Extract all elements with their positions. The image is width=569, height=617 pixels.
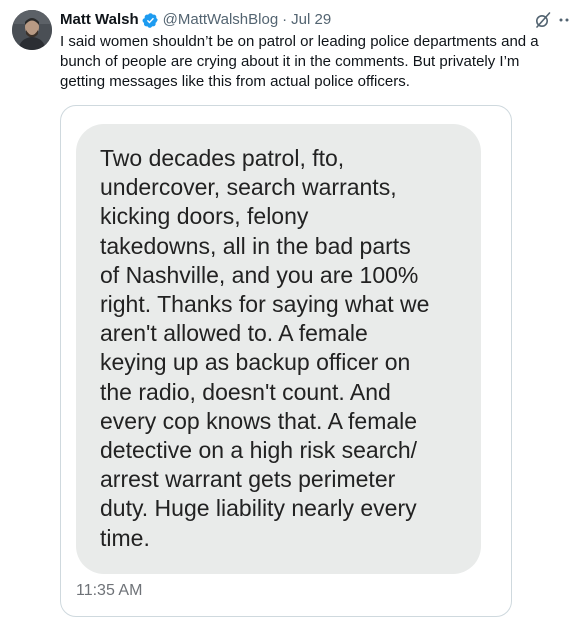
author-handle[interactable]: @MattWalshBlog bbox=[163, 10, 279, 30]
message-line: of Nashville, and you are 100% bbox=[100, 261, 419, 288]
message-text: Two decades patrol, fto, undercover, sea… bbox=[100, 144, 470, 553]
message-line: time. bbox=[100, 524, 150, 551]
avatar[interactable] bbox=[12, 10, 52, 50]
separator-dot: · bbox=[282, 11, 288, 28]
tweet-date[interactable]: Jul 29 bbox=[291, 10, 331, 30]
message-line: aren't allowed to. A female bbox=[100, 320, 368, 347]
more-icon[interactable] bbox=[558, 11, 569, 29]
message-line: undercover, search warrants, bbox=[100, 174, 397, 201]
message-line: detective on a high risk search/ bbox=[100, 437, 418, 464]
media-card[interactable]: Two decades patrol, fto, undercover, sea… bbox=[60, 105, 512, 617]
message-line: takedowns, all in the bad parts bbox=[100, 232, 411, 259]
message-line: every cop knows that. A female bbox=[100, 407, 418, 434]
tweet-text: I said women shouldn’t be on patrol or l… bbox=[60, 33, 539, 90]
tweet-header: Matt Walsh @MattWalshBlog · Jul 29 bbox=[60, 10, 331, 30]
message-line: kicking doors, felony bbox=[100, 203, 309, 230]
verified-badge-icon[interactable] bbox=[142, 12, 159, 29]
message-line: the radio, doesn't count. And bbox=[100, 378, 391, 405]
author-name[interactable]: Matt Walsh bbox=[60, 10, 139, 30]
message-line: Two decades patrol, fto, bbox=[100, 145, 345, 171]
grok-icon[interactable] bbox=[534, 11, 552, 29]
message-timestamp: 11:35 AM bbox=[76, 582, 143, 599]
message-line: right. Thanks for saying what we bbox=[100, 291, 430, 318]
tweet[interactable]: Matt Walsh @MattWalshBlog · Jul 29 I sai… bbox=[0, 0, 569, 617]
message-line: keying up as backup officer on bbox=[100, 349, 411, 376]
message-bubble: Two decades patrol, fto, undercover, sea… bbox=[76, 124, 481, 574]
message-line: duty. Huge liability nearly every bbox=[100, 495, 417, 522]
message-line: arrest warrant gets perimeter bbox=[100, 466, 396, 493]
